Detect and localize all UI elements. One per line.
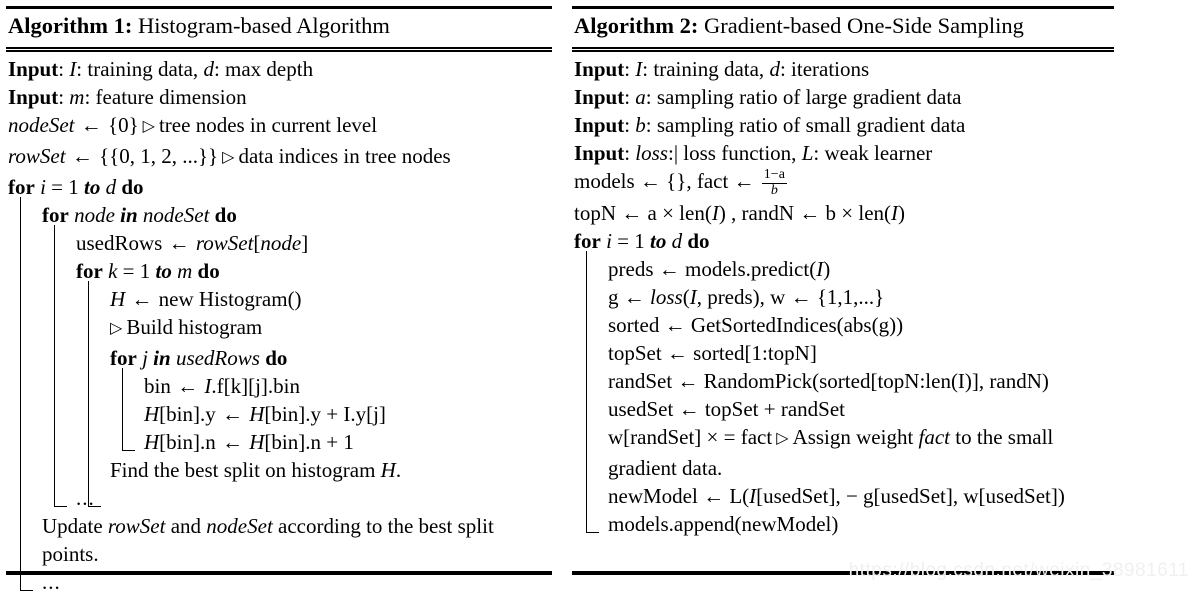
a2-weight-fact: w[randSet] × = fact ▷ Assign weight fact… bbox=[608, 424, 1054, 480]
a1-rowset-init: rowSet ← {{0, 1, 2, ...}} ▷ data indices… bbox=[8, 144, 451, 168]
a1-hbin-y: H[bin].y ← H[bin].y + I.y[j] bbox=[144, 402, 386, 426]
algorithm-2-title-text: Gradient-based One-Side Sampling bbox=[703, 13, 1024, 38]
a1-for-k: for k = 1 to m do bbox=[76, 259, 220, 283]
a2-models-fact: models ← {}, fact ← 1−a b bbox=[574, 167, 787, 198]
a1-for-i: for i = 1 to d do bbox=[8, 175, 144, 199]
a1-hbin-n: H[bin].n ← H[bin].n + 1 bbox=[144, 430, 354, 454]
algorithm-1-title: Algorithm 1: Histogram-based Algorithm bbox=[6, 9, 552, 44]
a2-input-1: Input: I: training data, d: iterations bbox=[574, 57, 870, 81]
a2-for-i: for i = 1 to d do bbox=[574, 228, 710, 253]
a1-nodeset-init: nodeSet ← {0} ▷ tree nodes in current le… bbox=[8, 113, 378, 137]
a1-input-1: Input: I: training data, d: max depth bbox=[8, 57, 314, 81]
a1-new-histogram: H ← new Histogram() bbox=[110, 287, 302, 311]
algorithm-figure: Algorithm 1: Histogram-based Algorithm I… bbox=[0, 0, 1193, 594]
algorithm-1-bottom-rule bbox=[6, 571, 552, 575]
a1-build-histogram: ▷ Build histogram bbox=[110, 315, 263, 339]
algorithm-2-title: Algorithm 2: Gradient-based One-Side Sam… bbox=[572, 9, 1114, 44]
algorithm-1-title-label: Algorithm 1: bbox=[8, 13, 133, 38]
a1-usedrows: usedRows ← rowSet[node] bbox=[76, 231, 309, 255]
a2-topset: topSet ← sorted[1:topN] bbox=[608, 340, 817, 365]
a1-for-node: for node in nodeSet do bbox=[42, 203, 237, 227]
a2-input-2: Input: a: sampling ratio of large gradie… bbox=[574, 85, 962, 109]
a1-input-2: Input: m: feature dimension bbox=[8, 85, 247, 109]
a2-input-3: Input: b: sampling ratio of small gradie… bbox=[574, 113, 966, 137]
a2-randset: randSet ← RandomPick(sorted[topN:len(I)]… bbox=[608, 368, 1049, 393]
algorithm-2-block: Algorithm 2: Gradient-based One-Side Sam… bbox=[572, 0, 1114, 538]
fraction: 1−a b bbox=[761, 167, 787, 198]
algorithm-1-block: Algorithm 1: Histogram-based Algorithm I… bbox=[6, 0, 552, 596]
a2-newmodel: newModel ← L(I[usedSet], − g[usedSet], w… bbox=[608, 483, 1065, 508]
a2-preds: preds ← models.predict(I) bbox=[608, 256, 831, 281]
algorithm-2-title-label: Algorithm 2: bbox=[574, 13, 699, 38]
a1-find-best-split: Find the best split on histogram H. bbox=[110, 458, 402, 482]
a1-ellipsis-inner: ... bbox=[76, 486, 95, 510]
a2-gradients: g ← loss(I, preds), w ← {1,1,...} bbox=[608, 284, 885, 309]
watermark: https://blog.csdn.net/weixin_38981611 bbox=[848, 560, 1189, 581]
a2-topn-randn: topN ← a × len(I) , randN ← b × len(I) bbox=[574, 200, 906, 225]
algorithm-1-body: Input: I: training data, d: max depth Inp… bbox=[6, 52, 552, 596]
algorithm-1-title-text: Histogram-based Algorithm bbox=[137, 13, 390, 38]
a2-sorted: sorted ← GetSortedIndices(abs(g)) bbox=[608, 312, 904, 337]
a2-append-model: models.append(newModel) bbox=[608, 511, 839, 536]
a2-input-4: Input: loss:| loss function, L: weak lea… bbox=[574, 141, 933, 165]
algorithm-2-body: Input: I: training data, d: iterations In… bbox=[572, 52, 1114, 538]
a1-update-sets: Update rowSet and nodeSet according to t… bbox=[42, 514, 494, 566]
a1-bin-assign: bin ← I.f[k][j].bin bbox=[144, 374, 300, 398]
a1-for-j: for j in usedRows do bbox=[110, 346, 288, 370]
a2-usedset: usedSet ← topSet + randSet bbox=[608, 396, 845, 421]
